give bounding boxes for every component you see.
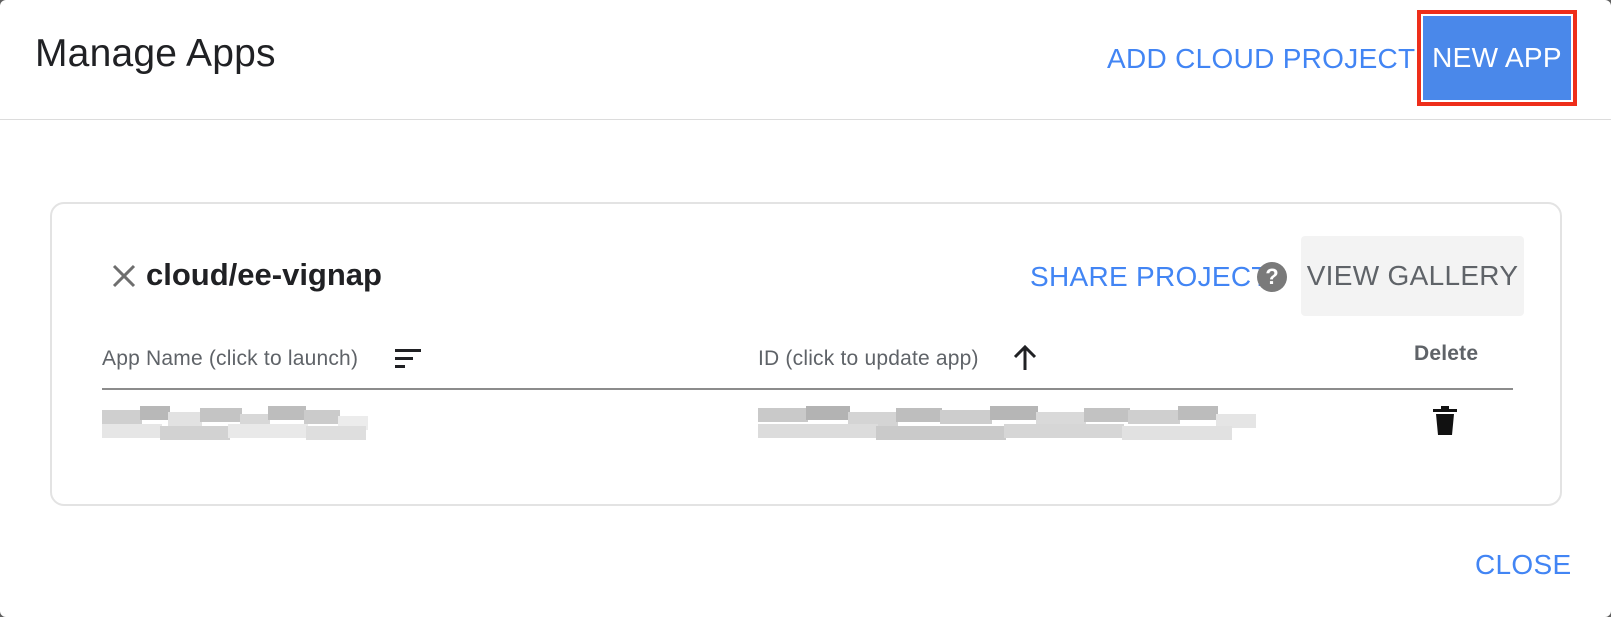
table-header-divider	[102, 388, 1513, 390]
sort-icon[interactable]	[393, 346, 423, 370]
manage-apps-dialog: Manage Apps ADD CLOUD PROJECT NEW APP cl…	[0, 0, 1611, 617]
new-app-button[interactable]: NEW APP	[1423, 16, 1571, 100]
add-cloud-project-button[interactable]: ADD CLOUD PROJECT	[1107, 43, 1415, 75]
share-project-button[interactable]: SHARE PROJECT	[1030, 261, 1269, 293]
column-header-app-name[interactable]: App Name (click to launch)	[102, 347, 358, 371]
project-name: cloud/ee-vignap	[146, 257, 382, 292]
column-header-id[interactable]: ID (click to update app)	[758, 347, 979, 371]
dialog-header: Manage Apps ADD CLOUD PROJECT NEW APP	[0, 0, 1611, 120]
dialog-title: Manage Apps	[35, 32, 276, 75]
close-button[interactable]: CLOSE	[1475, 549, 1571, 581]
column-header-delete: Delete	[1414, 342, 1479, 365]
help-icon[interactable]: ?	[1257, 262, 1287, 292]
arrow-up-icon[interactable]	[1010, 343, 1040, 373]
trash-icon[interactable]	[1432, 406, 1458, 436]
table-row-app-name-redacted[interactable]	[102, 406, 372, 442]
close-icon[interactable]	[110, 262, 138, 290]
view-gallery-button[interactable]: VIEW GALLERY	[1301, 236, 1524, 316]
table-row-app-id-redacted[interactable]	[758, 406, 1263, 442]
